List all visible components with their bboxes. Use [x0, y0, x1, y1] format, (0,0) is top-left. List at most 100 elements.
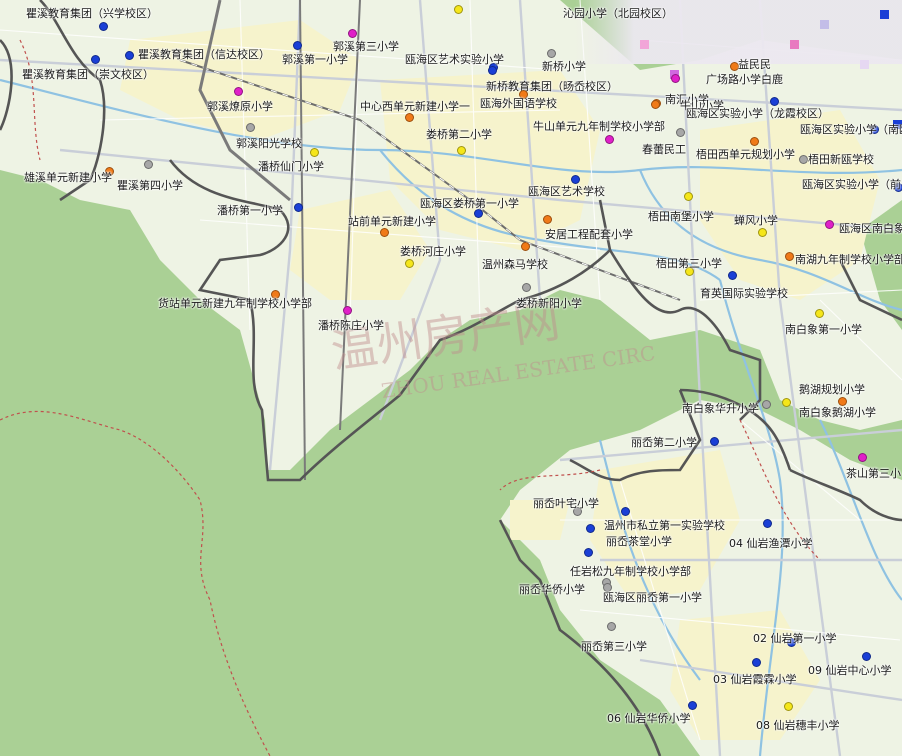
school-label: 娄桥第二小学	[426, 128, 492, 141]
school-marker[interactable]	[125, 51, 134, 60]
school-label: 蝉风小学	[734, 214, 778, 227]
school-marker[interactable]	[770, 97, 779, 106]
school-label: 丽岙茶堂小学	[606, 535, 672, 548]
school-label: 潘桥陈庄小学	[318, 319, 384, 332]
school-marker[interactable]	[605, 135, 614, 144]
school-label: 益民民	[738, 58, 771, 71]
school-label: 南白象鹅湖小学	[799, 406, 876, 419]
school-marker[interactable]	[671, 74, 680, 83]
school-label: 瓯海区艺术学校	[528, 185, 605, 198]
school-label: 瓯海区艺术实验小学	[405, 53, 504, 66]
school-marker[interactable]	[688, 701, 697, 710]
school-label: 丽岙第三小学	[581, 640, 647, 653]
school-label: 06 仙岩华侨小学	[607, 712, 691, 725]
school-label: 瓯海外国语学校	[480, 97, 557, 110]
school-label: 郭溪阳光学校	[236, 137, 302, 150]
school-label: 04 仙岩渔潭小学	[729, 537, 813, 550]
school-marker[interactable]	[651, 100, 660, 109]
school-marker[interactable]	[343, 306, 352, 315]
school-marker[interactable]	[99, 22, 108, 31]
school-label: 08 仙岩穗丰小学	[756, 719, 840, 732]
school-label: 鹅湖规划小学	[799, 383, 865, 396]
school-marker[interactable]	[862, 652, 871, 661]
school-distribution-map[interactable]: 温州房产网 ZHOU REAL ESTATE CIRC 瞿溪教育集团（兴学校区）…	[0, 0, 902, 756]
school-label: 站前单元新建小学	[348, 215, 436, 228]
school-marker[interactable]	[457, 146, 466, 155]
school-label: 瓯海区南白象	[839, 223, 902, 235]
school-marker[interactable]	[586, 524, 595, 533]
school-label: 瓯海区实验小学（前	[802, 178, 901, 191]
school-marker[interactable]	[543, 215, 552, 224]
school-marker[interactable]	[815, 309, 824, 318]
school-label: 潘桥仙门小学	[258, 160, 324, 173]
school-marker[interactable]	[474, 209, 483, 218]
school-label: 新桥教育集团（旸岙校区）	[486, 80, 618, 93]
school-marker[interactable]	[762, 400, 771, 409]
school-marker[interactable]	[584, 548, 593, 557]
school-marker[interactable]	[348, 29, 357, 38]
school-label: 潘桥第一小学	[217, 204, 283, 217]
school-label: 广场路小学白鹿	[706, 73, 783, 86]
school-marker[interactable]	[784, 702, 793, 711]
school-label: 中心西单元新建小学一	[360, 100, 470, 113]
school-label: 丽岙第二小学	[631, 436, 697, 449]
school-label: 茶山第三小	[846, 467, 901, 480]
school-marker[interactable]	[521, 242, 530, 251]
school-marker[interactable]	[522, 283, 531, 292]
school-marker[interactable]	[310, 148, 319, 157]
school-marker[interactable]	[676, 128, 685, 137]
school-marker[interactable]	[91, 55, 100, 64]
school-label: 丽岙叶宅小学	[533, 497, 599, 510]
school-marker[interactable]	[728, 271, 737, 280]
school-label: 南白象第一小学	[785, 323, 862, 336]
school-marker[interactable]	[571, 175, 580, 184]
school-marker[interactable]	[684, 192, 693, 201]
school-label: 瓯海区实验小学（南瓯校区）	[800, 124, 902, 136]
school-marker[interactable]	[782, 398, 791, 407]
school-marker[interactable]	[246, 123, 255, 132]
school-label: 03 仙岩霞霖小学	[713, 673, 797, 686]
school-label: 瓯海区实验小学（龙霞校区）	[686, 107, 829, 120]
school-marker[interactable]	[380, 228, 389, 237]
school-marker[interactable]	[294, 203, 303, 212]
school-label: 新桥小学	[542, 60, 586, 73]
school-label: 货站单元新建九年制学校小学部	[158, 297, 312, 310]
school-label: 南白象华升小学	[682, 402, 759, 415]
school-marker[interactable]	[405, 113, 414, 122]
school-marker[interactable]	[607, 622, 616, 631]
school-label: 丽岙华侨小学	[519, 583, 585, 596]
school-label: 任岩松九年制学校小学部	[570, 565, 691, 578]
school-label: 瞿溪第四小学	[117, 179, 183, 192]
school-label: 瞿溪教育集团（崇文校区）	[22, 68, 154, 81]
school-marker[interactable]	[799, 155, 808, 164]
school-label: 瓯海区娄桥第一小学	[420, 197, 519, 210]
school-marker[interactable]	[234, 87, 243, 96]
school-label: 09 仙岩中心小学	[808, 664, 892, 677]
school-marker[interactable]	[825, 220, 834, 229]
school-label: 雄溪单元新建小学	[24, 171, 112, 184]
school-marker[interactable]	[758, 228, 767, 237]
school-marker[interactable]	[144, 160, 153, 169]
school-label: 郭溪燎原小学	[207, 100, 273, 113]
school-marker[interactable]	[293, 41, 302, 50]
school-marker[interactable]	[621, 507, 630, 516]
school-marker[interactable]	[838, 397, 847, 406]
school-label: 牛山单元九年制学校小学部	[533, 120, 665, 133]
school-marker[interactable]	[488, 66, 497, 75]
school-marker[interactable]	[750, 137, 759, 146]
school-label: 02 仙岩第一小学	[753, 632, 837, 645]
school-label: 瓯海区丽岙第一小学	[603, 591, 702, 604]
school-marker[interactable]	[547, 49, 556, 58]
school-label: 春蕾民工	[642, 143, 686, 156]
school-marker[interactable]	[858, 453, 867, 462]
school-label: 温州市私立第一实验学校	[604, 519, 725, 532]
school-label: 温州森马学校	[482, 258, 548, 271]
school-marker[interactable]	[710, 437, 719, 446]
school-marker[interactable]	[785, 252, 794, 261]
school-marker[interactable]	[763, 519, 772, 528]
school-label: 梧田西单元规划小学	[696, 148, 795, 161]
school-marker[interactable]	[752, 658, 761, 667]
school-label: 南湖九年制学校小学部	[795, 254, 902, 266]
school-marker[interactable]	[454, 5, 463, 14]
school-marker[interactable]	[405, 259, 414, 268]
